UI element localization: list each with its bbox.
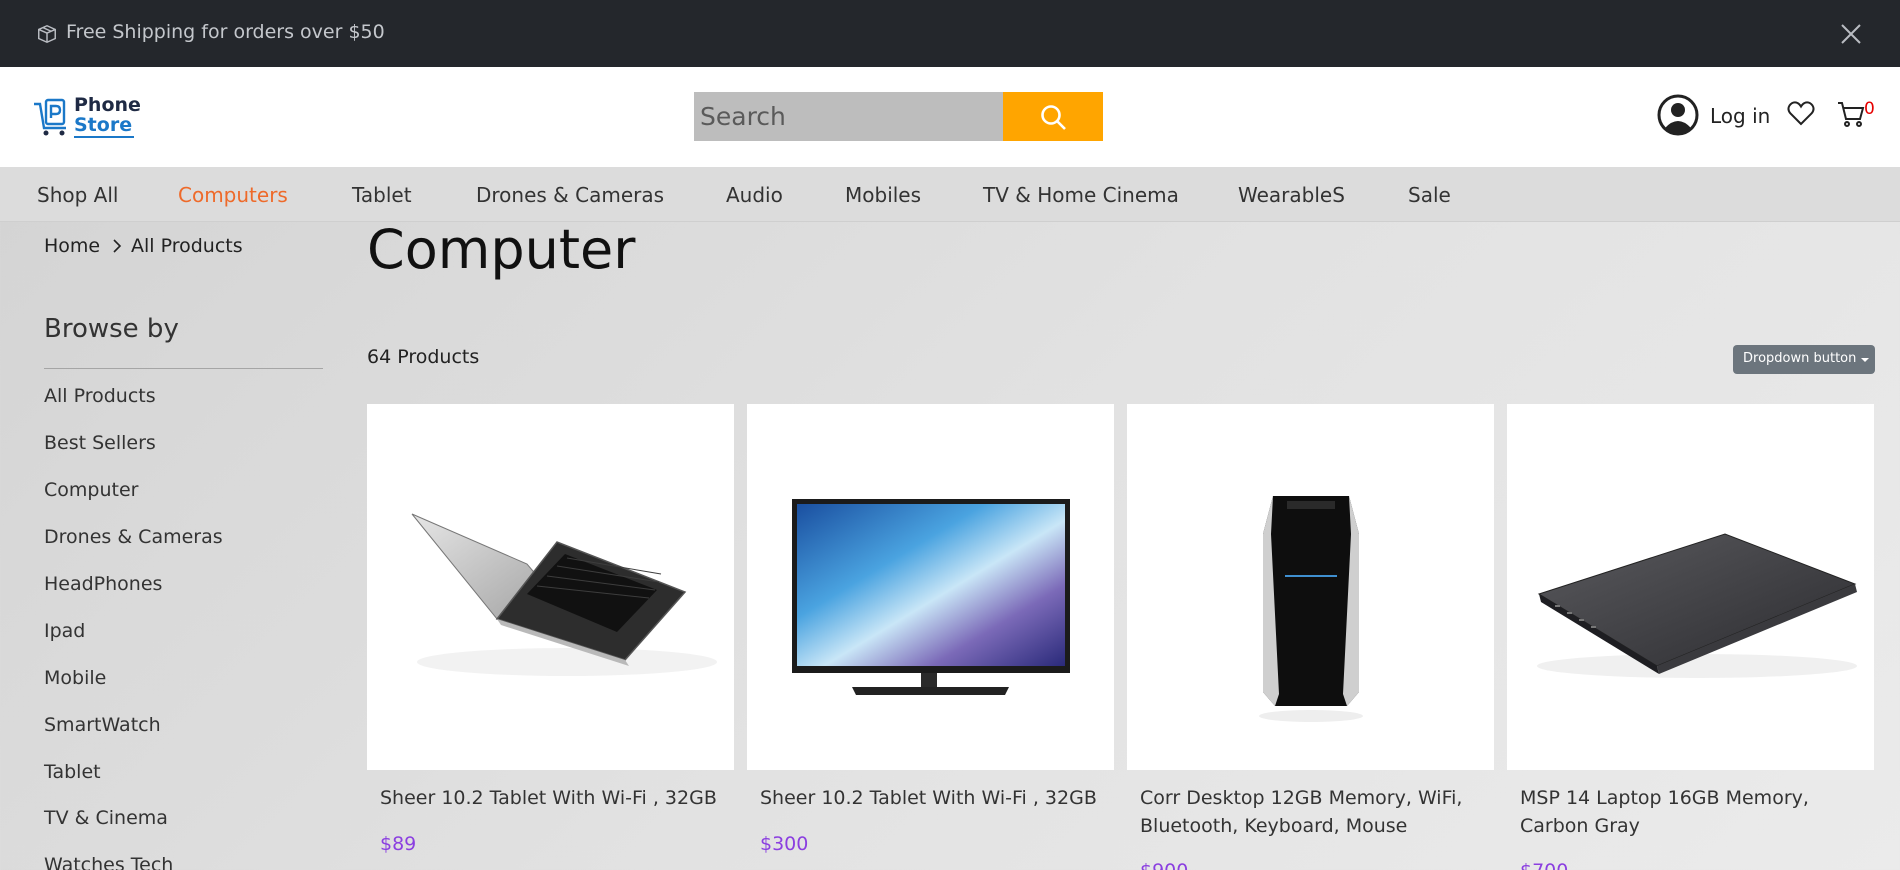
sidebar-divider xyxy=(44,368,323,369)
promo-bar: Free Shipping for orders over $50 xyxy=(0,0,1900,67)
laptop-closed-illustration xyxy=(1537,533,1857,678)
cart-icon[interactable] xyxy=(1837,100,1865,128)
logo[interactable]: Phone Store xyxy=(32,94,162,140)
sidebar-item-drones-cameras[interactable]: Drones & Cameras xyxy=(44,526,223,548)
category-nav: Shop All Computers Tablet Drones & Camer… xyxy=(0,167,1900,222)
product-price: $900 xyxy=(1140,860,1188,870)
page-title: Computer xyxy=(367,218,636,281)
sidebar-item-computer[interactable]: Computer xyxy=(44,479,138,501)
product-card[interactable]: Sheer 10.2 Tablet With Wi-Fi , 32GB $89 xyxy=(367,404,734,870)
search-input[interactable] xyxy=(694,92,1003,141)
product-name[interactable]: MSP 14 Laptop 16GB Memory, Carbon Gray xyxy=(1520,784,1865,840)
sidebar-item-watches-tech[interactable]: Watches Tech xyxy=(44,854,173,870)
cart-count-badge: 0 xyxy=(1864,99,1875,119)
sidebar-item-headphones[interactable]: HeadPhones xyxy=(44,573,162,595)
nav-item-wearables[interactable]: WearableS xyxy=(1238,183,1345,207)
breadcrumb-home[interactable]: Home xyxy=(44,235,100,257)
product-count: 64 Products xyxy=(367,346,480,368)
sidebar-item-all-products[interactable]: All Products xyxy=(44,385,156,407)
desktop-tower-illustration xyxy=(1259,496,1363,722)
product-price: $700 xyxy=(1520,860,1568,870)
product-name[interactable]: Sheer 10.2 Tablet With Wi-Fi , 32GB xyxy=(760,784,1105,812)
product-card[interactable]: MSP 14 Laptop 16GB Memory, Carbon Gray $… xyxy=(1507,404,1874,870)
logo-text-phone: Phone xyxy=(74,94,141,116)
sidebar-item-smartwatch[interactable]: SmartWatch xyxy=(44,714,161,736)
nav-item-drones-cameras[interactable]: Drones & Cameras xyxy=(476,183,664,207)
nav-item-sale[interactable]: Sale xyxy=(1408,183,1451,207)
promo-text: Free Shipping for orders over $50 xyxy=(66,21,385,43)
nav-item-shop-all[interactable]: Shop All xyxy=(37,183,118,207)
close-icon[interactable] xyxy=(1839,22,1863,46)
browse-by-heading: Browse by xyxy=(44,314,179,344)
logo-mark-icon xyxy=(34,98,66,136)
breadcrumb-current[interactable]: All Products xyxy=(131,235,243,257)
product-image-desktop-tower[interactable] xyxy=(1127,404,1494,770)
user-icon xyxy=(1657,94,1699,136)
search-button[interactable] xyxy=(1003,92,1103,141)
chevron-right-icon xyxy=(113,239,122,253)
nav-item-tv-home-cinema[interactable]: TV & Home Cinema xyxy=(983,183,1179,207)
product-price: $300 xyxy=(760,833,809,855)
caret-down-icon xyxy=(1861,358,1869,362)
box-icon xyxy=(38,24,56,44)
heart-icon[interactable] xyxy=(1787,100,1815,126)
sort-dropdown-button[interactable]: Dropdown button xyxy=(1733,345,1875,374)
television-illustration xyxy=(792,499,1070,695)
login-label: Log in xyxy=(1710,104,1771,128)
search-bar xyxy=(694,92,1103,141)
nav-item-audio[interactable]: Audio xyxy=(726,183,783,207)
nav-item-computers[interactable]: Computers xyxy=(178,183,288,207)
product-image-laptop-closed[interactable] xyxy=(1507,404,1874,770)
sidebar-item-ipad[interactable]: Ipad xyxy=(44,620,85,642)
site-header: Phone Store Log in 0 xyxy=(0,67,1900,167)
laptop-open-illustration xyxy=(411,513,717,676)
sidebar-item-mobile[interactable]: Mobile xyxy=(44,667,106,689)
logo-text-store: Store xyxy=(74,114,135,138)
product-card[interactable]: Corr Desktop 12GB Memory, WiFi, Bluetoot… xyxy=(1127,404,1494,870)
sort-dropdown-label: Dropdown button xyxy=(1743,351,1857,366)
nav-item-mobiles[interactable]: Mobiles xyxy=(845,183,921,207)
nav-item-tablet[interactable]: Tablet xyxy=(352,183,412,207)
product-card[interactable]: Sheer 10.2 Tablet With Wi-Fi , 32GB $300 xyxy=(747,404,1114,870)
product-name[interactable]: Sheer 10.2 Tablet With Wi-Fi , 32GB xyxy=(380,784,725,812)
product-image-television[interactable] xyxy=(747,404,1114,770)
product-price: $89 xyxy=(380,833,417,855)
product-name[interactable]: Corr Desktop 12GB Memory, WiFi, Bluetoot… xyxy=(1140,784,1485,840)
product-image-laptop-open[interactable] xyxy=(367,404,734,770)
search-icon xyxy=(1041,105,1066,130)
sidebar-item-best-sellers[interactable]: Best Sellers xyxy=(44,432,156,454)
sidebar-item-tablet[interactable]: Tablet xyxy=(44,761,101,783)
sidebar-item-tv-cinema[interactable]: TV & Cinema xyxy=(44,807,168,829)
